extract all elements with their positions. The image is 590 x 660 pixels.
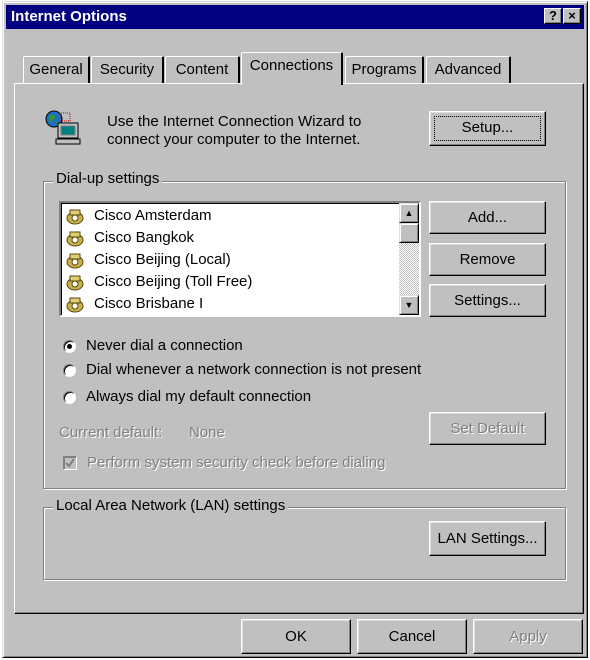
remove-button-label: Remove [459, 251, 516, 268]
tab-programs[interactable]: Programs [345, 56, 424, 83]
tab-general[interactable]: General [23, 56, 90, 83]
settings-button-label: Settings... [454, 292, 521, 309]
setup-button[interactable]: Setup... [429, 111, 546, 146]
list-item[interactable]: Cisco Beijing (Local) [63, 249, 393, 271]
phone-connection-icon [66, 209, 84, 225]
apply-button-label: Apply [509, 628, 547, 645]
connection-wizard-icon [44, 110, 84, 146]
set-default-button[interactable]: Set Default [429, 412, 546, 445]
lan-settings-button-label: LAN Settings... [437, 530, 538, 547]
help-button[interactable]: ? [544, 8, 562, 24]
security-check-label: Perform system security check before dia… [87, 454, 386, 471]
internet-options-window: Internet Options ? × General Security Co… [2, 1, 588, 658]
current-default-value: None [189, 424, 225, 441]
tab-label: Programs [351, 61, 417, 78]
settings-button[interactable]: Settings... [429, 284, 546, 317]
connection-label: Cisco Beijing (Toll Free) [94, 273, 253, 290]
lan-settings-legend: Local Area Network (LAN) settings [53, 497, 289, 514]
wizard-description: Use the Internet Connection Wizard to co… [107, 113, 361, 149]
wizard-text-line2: connect your computer to the Internet. [107, 131, 361, 148]
ok-button-label: OK [285, 628, 307, 645]
ok-button[interactable]: OK [241, 619, 351, 654]
tab-content[interactable]: Content [165, 56, 240, 83]
cancel-button-label: Cancel [388, 628, 436, 645]
add-button[interactable]: Add... [429, 201, 546, 234]
connection-label: Cisco Brisbane I [94, 295, 204, 312]
tab-label: Connections [249, 57, 334, 74]
close-button[interactable]: × [563, 8, 581, 24]
tab-connections[interactable]: Connections [241, 52, 343, 85]
tab-security[interactable]: Security [91, 56, 164, 83]
apply-button[interactable]: Apply [473, 619, 583, 654]
add-button-label: Add... [467, 209, 508, 226]
scroll-thumb[interactable] [399, 223, 419, 243]
radio-button[interactable] [63, 364, 76, 377]
wizard-text-line1: Use the Internet Connection Wizard to [107, 113, 362, 130]
dialup-connections-list[interactable]: Cisco Amsterdam Cisco Bangkok Cisco Beij… [59, 201, 421, 317]
tab-label: General [29, 61, 83, 78]
security-check-checkbox[interactable] [63, 456, 77, 470]
list-item[interactable]: Cisco Bangkok [63, 227, 393, 249]
list-item[interactable]: Cisco Brisbane I [63, 293, 393, 315]
dialup-settings-legend: Dial-up settings [53, 170, 163, 187]
phone-connection-icon [66, 297, 84, 313]
remove-button[interactable]: Remove [429, 243, 546, 276]
tab-label: Advanced [434, 61, 502, 78]
phone-connection-icon [66, 275, 84, 291]
connection-label: Cisco Bangkok [94, 229, 195, 246]
connection-label: Cisco Amsterdam [94, 207, 212, 224]
list-scrollbar[interactable]: ▲ ▼ [399, 203, 419, 315]
radio-button[interactable] [63, 340, 76, 353]
radio-label: Dial whenever a network connection is no… [86, 361, 422, 378]
current-default-label: Current default: [59, 424, 163, 441]
scroll-down-icon[interactable]: ▼ [399, 295, 419, 315]
scroll-up-icon[interactable]: ▲ [399, 203, 419, 223]
tab-label: Content [175, 61, 229, 78]
lan-settings-button[interactable]: LAN Settings... [429, 521, 546, 556]
radio-button[interactable] [63, 391, 76, 404]
title-bar[interactable]: Internet Options ? × [6, 5, 584, 29]
connection-label: Cisco Beijing (Local) [94, 251, 231, 268]
cancel-button[interactable]: Cancel [357, 619, 467, 654]
checkmark-icon [65, 458, 75, 468]
window-title: Internet Options [11, 8, 127, 25]
phone-connection-icon [66, 253, 84, 269]
phone-connection-icon [66, 231, 84, 247]
set-default-button-label: Set Default [450, 420, 525, 437]
list-item[interactable]: Cisco Beijing (Toll Free) [63, 271, 393, 293]
list-item[interactable]: Cisco Amsterdam [63, 205, 393, 227]
radio-label: Never dial a connection [86, 337, 243, 354]
tab-advanced[interactable]: Advanced [426, 56, 511, 83]
tab-label: Security [99, 61, 155, 78]
radio-label: Always dial my default connection [86, 388, 312, 405]
